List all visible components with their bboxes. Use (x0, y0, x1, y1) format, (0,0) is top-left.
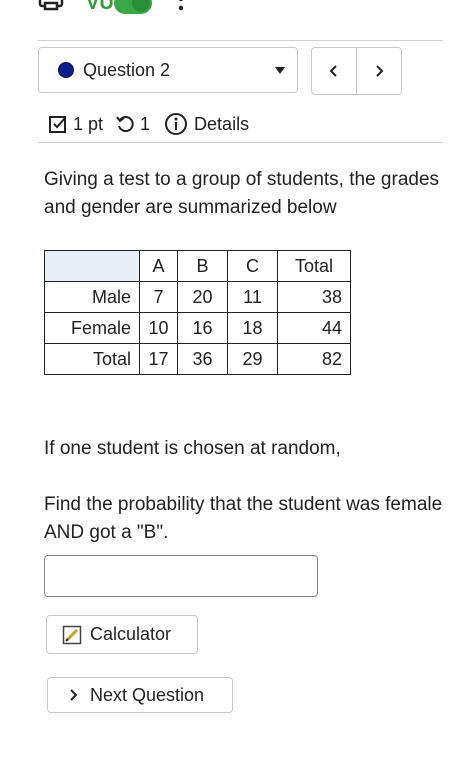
calculator-pencil-icon (62, 625, 82, 644)
vu-label: VU (86, 0, 114, 14)
grades-table: A B C Total Male 7 20 11 38 Female 10 16… (44, 250, 351, 375)
table-row: Male 7 20 11 38 (44, 281, 351, 313)
table-cell: 11 (227, 281, 278, 313)
next-question-button[interactable]: Next Question (47, 677, 233, 713)
retry-icon (116, 116, 134, 133)
attempts-item: 1 (115, 114, 150, 135)
chevron-down-icon (275, 67, 285, 74)
points-item: 1 pt (48, 114, 103, 135)
row-label: Male (44, 281, 140, 313)
table-cell: 18 (227, 312, 278, 344)
next-question-nav-button[interactable] (356, 48, 401, 94)
row-label: Total (44, 343, 140, 375)
table-cell: 16 (177, 312, 228, 344)
details-label: Details (194, 113, 250, 134)
table-cell: 17 (139, 343, 178, 375)
table-header-cell: A (139, 250, 178, 282)
divider-meta (38, 142, 443, 143)
top-toolbar: VU (0, 0, 474, 22)
question-condition: If one student is chosen at random, (44, 438, 341, 459)
table-header-cell: B (177, 250, 228, 282)
checkbox-icon (49, 116, 66, 133)
question-select-label: Question 2 (83, 59, 171, 80)
chevron-right-icon (70, 689, 78, 701)
printer-icon[interactable] (38, 0, 64, 21)
question-nav-buttons (311, 47, 402, 95)
points-text: 1 pt (73, 113, 104, 134)
table-cell: 82 (277, 343, 351, 375)
table-row: Total 17 36 29 82 (44, 343, 351, 375)
question-ask: Find the probability that the student wa… (44, 494, 443, 543)
chevron-right-icon (376, 65, 384, 77)
table-header-cell: C (227, 250, 278, 282)
table-header-row: A B C Total (44, 250, 351, 282)
table-cell: 44 (277, 312, 351, 344)
info-icon (165, 113, 188, 135)
question-intro: Giving a test to a group of students, th… (44, 169, 440, 218)
divider-top (38, 40, 443, 41)
table-cell: 36 (177, 343, 228, 375)
attempts-text: 1 (140, 113, 151, 134)
kebab-menu-icon[interactable] (176, 0, 186, 21)
table-row: Female 10 16 18 44 (44, 312, 351, 344)
toggle-switch[interactable] (114, 0, 152, 14)
table-cell: 7 (139, 281, 178, 313)
answer-input[interactable] (44, 555, 318, 597)
table-header-cell: Total (277, 250, 351, 282)
table-cell: 20 (177, 281, 228, 313)
table-corner-cell (44, 250, 140, 282)
previous-question-button[interactable] (312, 48, 356, 94)
chevron-left-icon (329, 65, 337, 77)
table-cell: 38 (277, 281, 351, 313)
table-cell: 29 (227, 343, 278, 375)
table-cell: 10 (139, 312, 178, 344)
next-question-label: Next Question (90, 684, 205, 705)
question-meta: 1 pt 1 Details (48, 110, 249, 138)
calculator-label: Calculator (90, 624, 172, 644)
question-status-dot (58, 62, 74, 78)
row-label: Female (44, 312, 140, 344)
question-select[interactable]: Question 2 (38, 47, 298, 93)
details-link[interactable]: Details (164, 112, 249, 136)
calculator-button[interactable]: Calculator (46, 615, 198, 654)
